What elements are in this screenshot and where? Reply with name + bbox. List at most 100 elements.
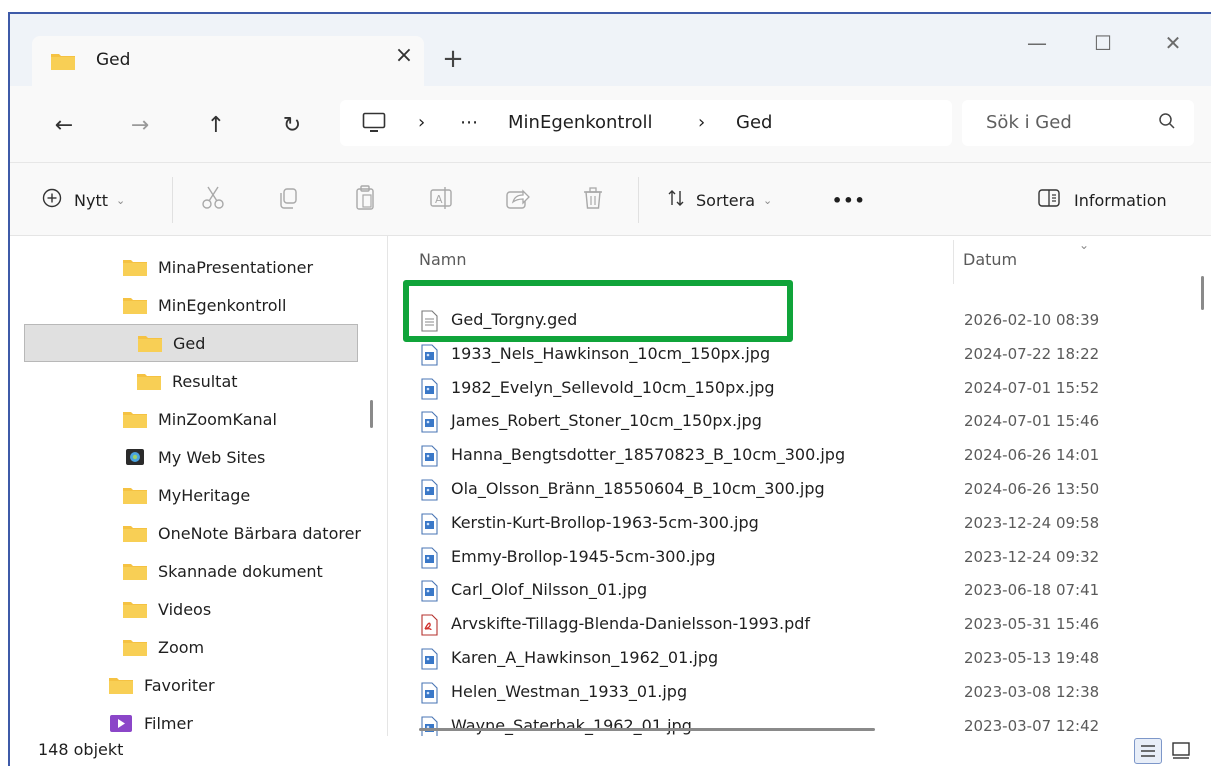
back-button[interactable]: ← [50,112,78,140]
more-options-button[interactable]: ••• [832,185,866,215]
divider [172,177,173,223]
sidebar-item-ged[interactable]: Ged [24,324,358,362]
minimize-button[interactable]: — [1014,28,1060,58]
forward-button[interactable]: → [126,112,154,140]
file-name: Hanna_Bengtsdotter_18570823_B_10cm_300.j… [451,445,846,465]
breadcrumb-separator[interactable]: › [418,112,425,133]
file-row[interactable]: Carl_Olof_Nilsson_01.jpg 2023-06-18 07:41 [419,574,1199,607]
trash-icon[interactable] [578,183,608,213]
file-row[interactable]: 1933_Nels_Hawkinson_10cm_150px.jpg 2024-0… [419,338,1199,371]
file-name: Helen_Westman_1933_01.jpg [451,681,688,701]
new-label: Nytt [74,190,108,210]
breadcrumb-minegenkontroll[interactable]: MinEgenkontroll [508,112,653,133]
new-tab-button[interactable]: + [438,46,468,76]
tab-ged[interactable]: Ged × [32,36,424,86]
information-button[interactable]: Information [1038,185,1167,215]
file-row[interactable]: Karen_A_Hawkinson_1962_01.jpg 2023-05-13 … [419,642,1199,675]
file-row[interactable]: Helen_Westman_1933_01.jpg 2023-03-08 12:3… [419,676,1199,709]
image-file-icon [419,411,439,437]
computer-icon[interactable] [362,112,386,138]
share-icon[interactable] [502,183,532,213]
file-date: 2024-07-01 15:46 [964,412,1100,431]
search-input[interactable]: Sök i Ged [986,112,1072,133]
file-list-vertical-scrollbar[interactable] [1201,276,1204,310]
sidebar-item-onenote[interactable]: OneNote Bärbara datorer [122,514,368,552]
folder-icon [137,374,161,390]
folder-icon [123,298,147,314]
sidebar-item-favoriter[interactable]: Favoriter [108,666,368,704]
sidebar-item-myheritage[interactable]: MyHeritage [122,476,372,514]
details-pane-icon [1038,189,1060,211]
sidebar-item-my-web-sites[interactable]: My Web Sites [122,438,372,476]
folder-icon [109,678,133,694]
image-file-icon [419,378,439,404]
details-view-button[interactable] [1134,738,1162,764]
plus-circle-icon [42,188,62,212]
file-date: 2024-06-26 13:50 [964,480,1100,498]
folder-icon [123,488,147,504]
column-header-name[interactable]: Namn [419,250,467,269]
navigation-row: ← → ↑ ↻ › ⋯ MinEgenkontroll › Ged Sök i … [10,86,1211,162]
chevron-down-icon: ⌄ [115,193,126,207]
image-file-icon [419,716,439,736]
copy-icon[interactable] [274,183,304,213]
navigation-pane: MinaPresentationer MinEgenkontroll Ged R… [10,236,388,736]
video-folder-icon [110,715,132,732]
file-row[interactable]: Hanna_Bengtsdotter_18570823_B_10cm_300.j… [419,439,1199,472]
file-row[interactable]: James_Robert_Stoner_10cm_150px.jpg 2024-0… [419,405,1199,438]
sidebar-item-minapresentationer[interactable]: MinaPresentationer [122,248,372,286]
folder-icon [123,602,147,618]
image-file-icon [419,547,439,573]
sidebar-item-minzoomkanal[interactable]: MinZoomKanal [122,400,362,438]
new-button[interactable]: Nytt ⌄ [42,185,125,215]
close-tab-button[interactable]: × [392,44,416,68]
maximize-button[interactable]: ☐ [1080,28,1126,58]
file-date: 2024-07-01 15:52 [964,378,1100,397]
breadcrumb-separator[interactable]: › [698,112,705,133]
chevron-down-icon: ⌄ [763,193,773,207]
image-file-icon [419,445,439,471]
rename-icon[interactable]: A [426,183,456,213]
sidebar-item-videos[interactable]: Videos [122,590,372,628]
sidebar-item-minegenkontroll[interactable]: MinEgenkontroll [122,286,372,324]
column-header-date[interactable]: Datum [963,250,1017,269]
tiles-view-icon [1172,742,1190,759]
up-button[interactable]: ↑ [202,112,230,140]
refresh-button[interactable]: ↻ [278,112,306,140]
file-date: 2023-06-18 07:41 [964,581,1100,600]
file-row[interactable]: Kerstin-Kurt-Brollop-1963-5cm-300.jpg 202… [419,507,1199,540]
image-file-icon [419,580,439,606]
address-bar[interactable]: › ⋯ MinEgenkontroll › Ged [340,100,952,146]
sort-label: Sortera [696,190,756,210]
information-label: Information [1074,190,1167,210]
column-divider[interactable] [953,240,954,284]
search-icon[interactable] [1158,112,1176,134]
breadcrumb-ellipsis[interactable]: ⋯ [460,112,478,133]
file-date: 2023-12-24 09:32 [964,547,1100,566]
file-name: James_Robert_Stoner_10cm_150px.jpg [451,411,762,431]
sidebar-item-resultat[interactable]: Resultat [136,362,366,400]
web-sites-icon [126,449,144,465]
sidebar-item-skannade-dokument[interactable]: Skannade dokument [122,552,372,590]
file-row[interactable]: Wayne_Saterbak_1962_01.jpg 2023-03-07 12:… [419,710,1199,736]
cut-icon[interactable] [198,183,228,213]
sidebar-item-zoom[interactable]: Zoom [122,628,372,666]
title-bar: Ged × + — ☐ ✕ [10,14,1211,86]
breadcrumb-ged[interactable]: Ged [736,112,772,133]
file-row[interactable]: Arvskifte-Tillagg-Blenda-Danielsson-1993… [419,608,1199,641]
divider [638,177,639,223]
file-date: 2023-12-24 09:58 [964,513,1100,532]
search-box[interactable]: Sök i Ged [962,100,1194,146]
item-count: 148 objekt [38,740,124,759]
sort-button[interactable]: Sortera ⌄ [666,185,772,215]
pdf-file-icon [419,614,439,640]
file-row[interactable]: Ola_Olsson_Bränn_18550604_B_10cm_300.jpg… [419,473,1199,506]
tiles-view-button[interactable] [1168,738,1196,764]
close-window-button[interactable]: ✕ [1150,28,1196,58]
paste-icon[interactable] [350,183,380,213]
image-file-icon [419,344,439,370]
nav-pane-scrollbar[interactable] [370,400,373,428]
file-list-horizontal-scrollbar[interactable] [419,728,875,731]
file-row[interactable]: 1982_Evelyn_Sellevold_10cm_150px.jpg 2024… [419,372,1199,405]
file-row[interactable]: Emmy-Brollop-1945-5cm-300.jpg 2023-12-24 … [419,541,1199,574]
